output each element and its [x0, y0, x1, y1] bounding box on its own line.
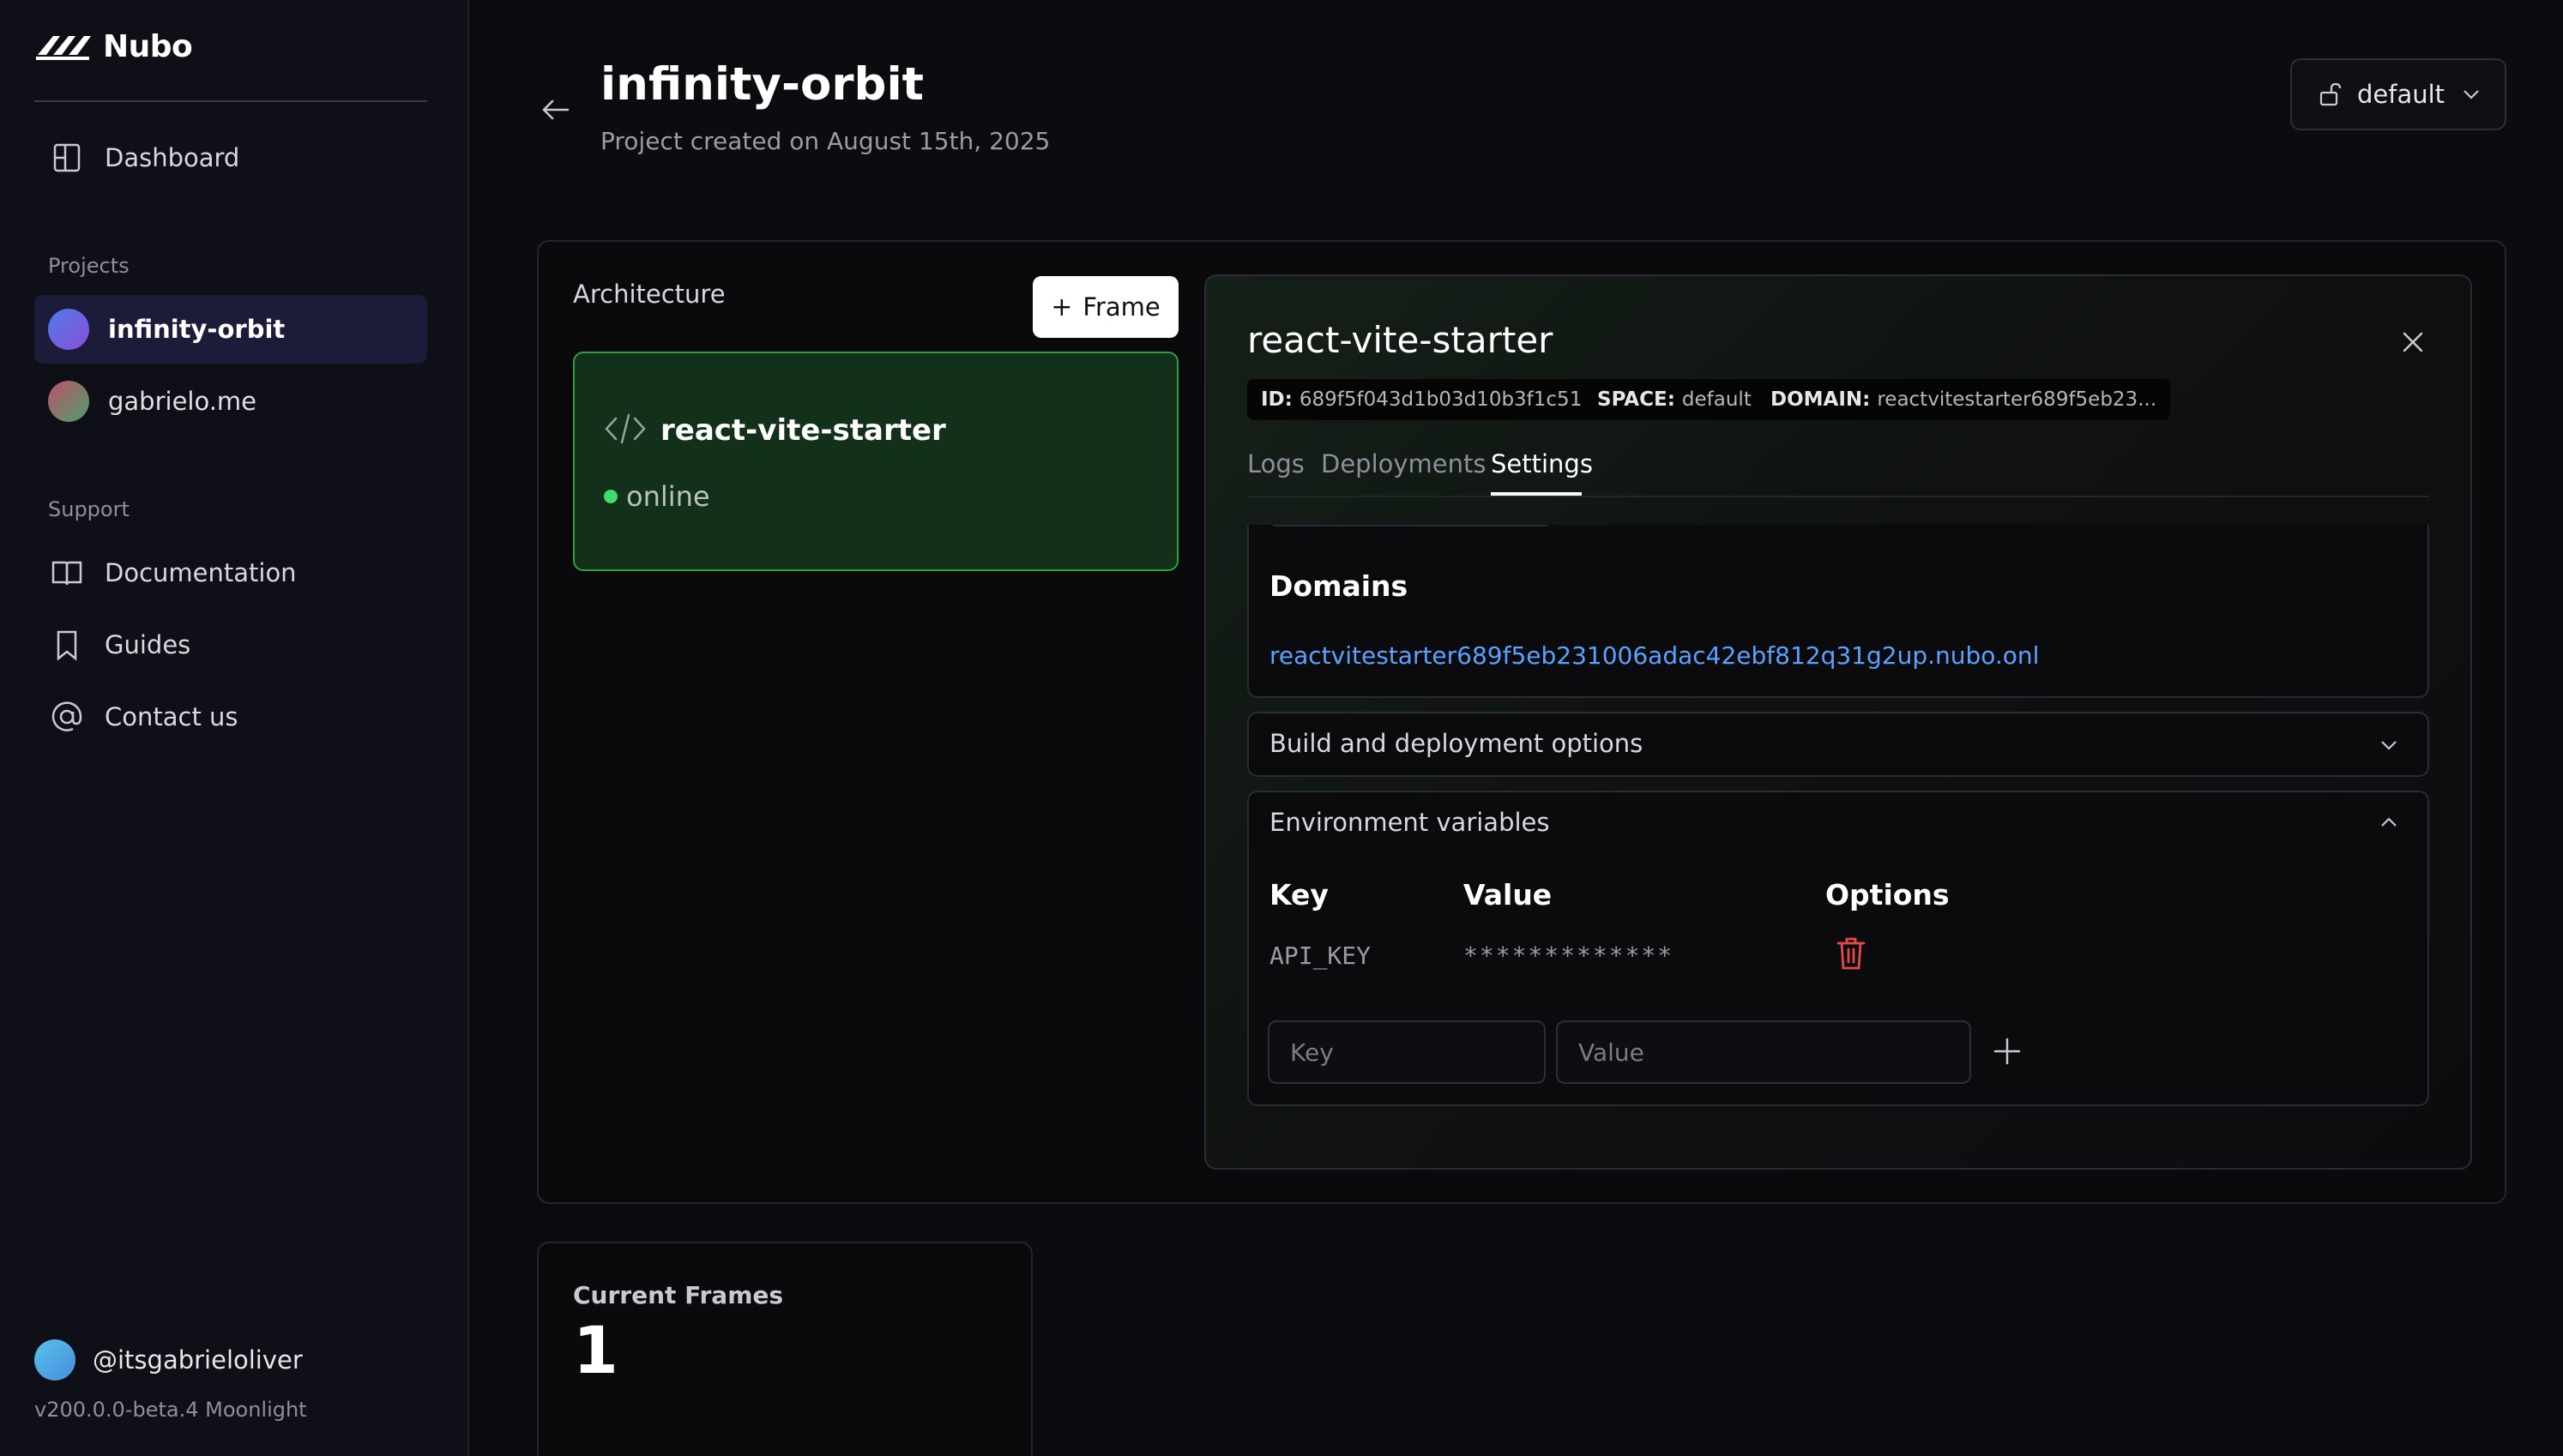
frame-status: online: [604, 480, 710, 513]
sidebar-item-label: Documentation: [105, 558, 297, 587]
sidebar-item-label: gabrielo.me: [108, 387, 257, 416]
status-dot: [604, 490, 618, 503]
badge-key: SPACE:: [1597, 388, 1675, 411]
env-header-options: Options: [1825, 878, 1950, 912]
user-profile[interactable]: @itsgabrieloliver: [34, 1339, 303, 1381]
sidebar-divider: [34, 100, 427, 102]
status-text: online: [626, 480, 710, 513]
add-frame-label: Frame: [1082, 292, 1161, 322]
tab-divider: [1247, 496, 2429, 497]
app-version: v200.0.0-beta.4 Moonlight: [34, 1398, 307, 1422]
page-subtitle: Project created on August 15th, 2025: [600, 127, 1051, 155]
domain-link[interactable]: reactvitestarter689f5eb231006adac42ebf81…: [1269, 641, 2039, 670]
current-frames-label: Current Frames: [573, 1281, 784, 1309]
brand-name: Nubo: [103, 28, 193, 64]
chevron-up-icon[interactable]: [2376, 809, 2402, 835]
frame-title: react-vite-starter: [660, 413, 946, 448]
build-options-accordion[interactable]: Build and deployment options: [1247, 712, 2429, 777]
domains-section: [1247, 525, 2429, 698]
support-heading: Support: [48, 497, 130, 521]
detail-title: react-vite-starter: [1247, 319, 1553, 361]
sidebar-item-contact[interactable]: Contact us: [34, 683, 427, 751]
close-button[interactable]: [2393, 322, 2433, 362]
projects-heading: Projects: [48, 254, 130, 278]
badge-key: ID:: [1261, 388, 1293, 411]
accordion-label[interactable]: Environment variables: [1269, 808, 1550, 837]
space-select-value: default: [2357, 80, 2445, 109]
tab-settings[interactable]: Settings: [1491, 449, 1593, 478]
sidebar-item-label: Dashboard: [105, 143, 240, 172]
tab-deployments[interactable]: Deployments: [1321, 449, 1487, 478]
sidebar-item-documentation[interactable]: Documentation: [34, 538, 427, 607]
back-button[interactable]: [532, 86, 580, 134]
code-icon: [605, 413, 646, 444]
sidebar-item-project[interactable]: gabrielo.me: [34, 367, 427, 436]
plus-icon[interactable]: [1988, 1032, 2026, 1070]
id-badge: ID: 689f5f043d1b03d10b3f1c51: [1247, 379, 1596, 420]
sidebar-item-label: Guides: [105, 630, 191, 659]
badge-key: DOMAIN:: [1770, 388, 1871, 411]
badge-value: default: [1681, 388, 1752, 411]
env-header-key: Key: [1269, 878, 1329, 912]
arrow-left-icon: [542, 99, 570, 120]
env-row-key: API_KEY: [1269, 942, 1372, 970]
username: @itsgabrieloliver: [93, 1345, 303, 1375]
chevron-down-icon: [2381, 741, 2397, 750]
close-icon: [2403, 332, 2423, 352]
brand-logo[interactable]: Nubo: [34, 26, 193, 67]
project-avatar: [48, 309, 89, 350]
sidebar-item-guides[interactable]: Guides: [34, 611, 427, 679]
project-avatar: [48, 381, 89, 422]
accordion-label: Build and deployment options: [1269, 729, 1643, 758]
scroll-divider: [1273, 525, 1547, 526]
book-icon: [51, 561, 82, 586]
tab-logs[interactable]: Logs: [1247, 449, 1305, 478]
badge-value: 689f5f043d1b03d10b3f1c51: [1299, 388, 1583, 411]
unlock-icon: [2319, 82, 2342, 106]
env-row-value: *************: [1463, 942, 1674, 970]
frame-card[interactable]: react-vite-starter online: [573, 352, 1179, 571]
env-value-input[interactable]: [1556, 1020, 1971, 1084]
avatar: [34, 1339, 75, 1381]
add-frame-button[interactable]: + Frame: [1033, 276, 1179, 338]
badge-value: reactvitestarter689f5eb23...: [1877, 388, 2157, 411]
nubo-logo-icon: [36, 36, 91, 60]
current-frames-value: 1: [573, 1312, 618, 1388]
trash-icon[interactable]: [1834, 935, 1868, 972]
space-select[interactable]: default: [2290, 58, 2506, 130]
page-title: infinity-orbit: [600, 58, 924, 111]
domains-title: Domains: [1269, 569, 1408, 603]
sidebar: Nubo Dashboard Projects infinity-orbit g…: [0, 0, 469, 1456]
active-tab-indicator: [1491, 492, 1582, 496]
env-key-input[interactable]: [1268, 1020, 1546, 1084]
at-sign-icon: [51, 701, 82, 731]
sidebar-item-label: infinity-orbit: [108, 315, 286, 344]
env-header-value: Value: [1463, 878, 1553, 912]
sidebar-item-label: Contact us: [105, 702, 238, 731]
bookmark-icon: [57, 630, 77, 661]
architecture-label: Architecture: [573, 280, 726, 309]
sidebar-item-project[interactable]: infinity-orbit: [34, 295, 427, 364]
dashboard-icon: [53, 143, 81, 172]
space-badge: SPACE: default: [1583, 379, 1765, 420]
sidebar-item-dashboard[interactable]: Dashboard: [34, 123, 427, 192]
chevron-down-icon: [2463, 90, 2479, 99]
plus-icon: +: [1051, 292, 1073, 322]
domain-badge: DOMAIN: reactvitestarter689f5eb23...: [1757, 379, 2171, 420]
